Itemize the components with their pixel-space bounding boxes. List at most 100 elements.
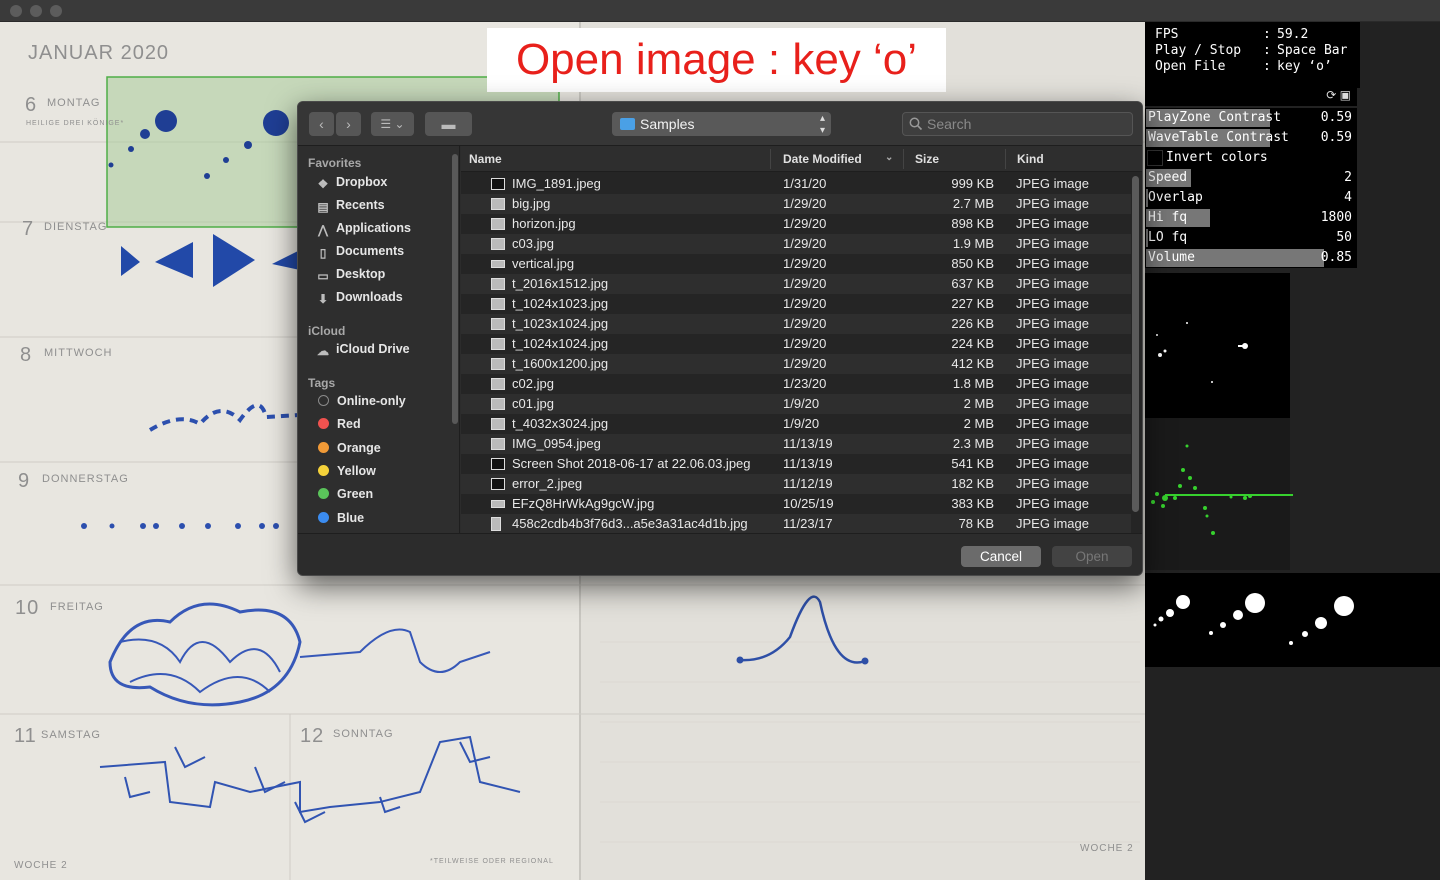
lo-fq-slider[interactable]: LO fq 50 xyxy=(1145,228,1357,248)
file-row[interactable]: Screen Shot 2018-06-17 at 22.06.03.jpeg 1… xyxy=(461,454,1131,474)
column-kind[interactable]: Kind xyxy=(1017,152,1044,166)
sidebar-item-downloads[interactable]: ⬇ Downloads xyxy=(316,287,403,307)
column-divider xyxy=(1005,149,1006,169)
sidebar-item-label: Downloads xyxy=(336,290,403,304)
file-icon xyxy=(491,478,505,490)
file-list: Name Date Modified ⌄ Size Kind IMG_1891.… xyxy=(461,146,1142,534)
day-name: MONTAG xyxy=(47,97,101,109)
file-kind: JPEG image xyxy=(1016,356,1089,371)
tag-dot-icon xyxy=(318,512,329,523)
sidebar-item-label: iCloud Drive xyxy=(336,342,410,356)
sidebar-tag-online-only[interactable]: Online-only xyxy=(318,391,406,411)
slider-label: Overlap xyxy=(1148,190,1203,205)
hi-fq-slider[interactable]: Hi fq 1800 xyxy=(1145,208,1357,228)
cloud-icon: ☁ xyxy=(317,344,329,358)
open-button[interactable]: Open xyxy=(1052,546,1132,567)
column-size[interactable]: Size xyxy=(915,152,939,166)
file-row[interactable]: c01.jpg 1/9/20 2 MB JPEG image xyxy=(461,394,1131,414)
file-date: 11/23/17 xyxy=(783,516,833,531)
waveform-view xyxy=(1145,418,1293,570)
playzone-contrast-slider[interactable]: PlayZone Contrast 0.59 xyxy=(1145,108,1357,128)
close-window-button[interactable] xyxy=(10,5,22,17)
minimize-window-button[interactable] xyxy=(30,5,42,17)
chevron-right-icon: › xyxy=(346,116,351,132)
sidebar-item-label: Documents xyxy=(336,244,405,258)
file-row[interactable]: t_1024x1024.jpg 1/29/20 224 KB JPEG image xyxy=(461,334,1131,354)
file-kind: JPEG image xyxy=(1016,516,1089,531)
file-row[interactable]: error_2.jpeg 11/12/19 182 KB JPEG image xyxy=(461,474,1131,494)
panel-icons[interactable]: ⟳ ▣ xyxy=(1145,88,1357,106)
slider-value: 0.59 xyxy=(1320,130,1352,145)
invert-colors-toggle[interactable]: Invert colors xyxy=(1145,148,1357,168)
file-row[interactable]: t_2016x1512.jpg 1/29/20 637 KB JPEG image xyxy=(461,274,1131,294)
file-kind: JPEG image xyxy=(1016,176,1089,191)
file-row[interactable]: IMG_1891.jpeg 1/31/20 999 KB JPEG image xyxy=(461,174,1131,194)
view-options-button[interactable]: ☰ ⌄ xyxy=(371,112,414,136)
sidebar-item-dropbox[interactable]: ❖ Dropbox xyxy=(316,172,388,192)
file-row[interactable]: vertical.jpg 1/29/20 850 KB JPEG image xyxy=(461,254,1131,274)
file-row[interactable]: IMG_0954.jpeg 11/13/19 2.3 MB JPEG image xyxy=(461,434,1131,454)
stats-panel: FPS:59.2 Play / Stop: Space Bar Open File… xyxy=(1145,22,1360,88)
sidebar-tag-green[interactable]: Green xyxy=(318,484,373,504)
stat-row: FPS:59.2 xyxy=(1155,27,1360,43)
new-folder-button[interactable]: ▬ xyxy=(425,112,472,136)
sidebar-item-label: Desktop xyxy=(336,267,386,281)
file-kind: JPEG image xyxy=(1016,316,1089,331)
sidebar-item-desktop[interactable]: ▭ Desktop xyxy=(316,264,385,284)
file-name: t_1600x1200.jpg xyxy=(512,356,609,371)
file-size: 1.8 MB xyxy=(952,376,994,391)
back-button[interactable]: ‹ xyxy=(309,112,334,136)
wavetable-contrast-slider[interactable]: WaveTable Contrast 0.59 xyxy=(1145,128,1357,148)
column-date[interactable]: Date Modified xyxy=(783,152,862,166)
sidebar-tag-red[interactable]: Red xyxy=(318,414,361,434)
file-size: 2 MB xyxy=(963,416,994,431)
slider-value: 0.85 xyxy=(1320,250,1352,265)
file-row[interactable]: t_1024x1023.jpg 1/29/20 227 KB JPEG image xyxy=(461,294,1131,314)
file-row[interactable]: c03.jpg 1/29/20 1.9 MB JPEG image xyxy=(461,234,1131,254)
file-size: 412 KB xyxy=(951,356,994,371)
tag-label: Blue xyxy=(337,511,365,525)
speed-slider[interactable]: Speed 2 xyxy=(1145,168,1357,188)
sidebar-scrollbar[interactable] xyxy=(452,154,458,424)
sidebar-tag-orange[interactable]: Orange xyxy=(318,438,381,458)
overlap-slider[interactable]: Overlap 4 xyxy=(1145,188,1357,208)
file-row[interactable]: t_4032x3024.jpg 1/9/20 2 MB JPEG image xyxy=(461,414,1131,434)
sidebar-item-icloud-drive[interactable]: ☁ iCloud Drive xyxy=(316,339,410,359)
tag-dot-icon xyxy=(318,418,329,429)
file-kind: JPEG image xyxy=(1016,276,1089,291)
slider-value: 2 xyxy=(1344,170,1352,185)
sidebar-tag-yellow[interactable]: Yellow xyxy=(318,461,376,481)
file-name: t_1023x1024.jpg xyxy=(512,316,609,331)
sidebar-item-applications[interactable]: ⋀ Applications xyxy=(316,218,411,238)
tag-label: Orange xyxy=(337,441,381,455)
column-header: Name Date Modified ⌄ Size Kind xyxy=(461,146,1142,172)
file-size: 637 KB xyxy=(951,276,994,291)
file-date: 1/29/20 xyxy=(783,296,827,311)
file-size: 898 KB xyxy=(951,216,994,231)
file-row[interactable]: EFzQ8HrWkAg9gcW.jpg 10/25/19 383 KB JPEG im… xyxy=(461,494,1131,514)
file-row[interactable]: horizon.jpg 1/29/20 898 KB JPEG image xyxy=(461,214,1131,234)
invert-colors-checkbox[interactable] xyxy=(1147,150,1163,166)
location-popup[interactable]: Samples ▴ ▾ xyxy=(612,112,831,136)
stat-row: Open File: key ‘o’ xyxy=(1155,59,1360,75)
zoom-window-button[interactable] xyxy=(50,5,62,17)
file-icon xyxy=(491,218,505,230)
sidebar-item-documents[interactable]: ▯ Documents xyxy=(316,241,404,261)
chevron-left-icon: ‹ xyxy=(319,116,324,132)
sidebar-tag-blue[interactable]: Blue xyxy=(318,508,364,528)
column-name[interactable]: Name xyxy=(469,152,502,166)
file-row[interactable]: big.jpg 1/29/20 2.7 MB JPEG image xyxy=(461,194,1131,214)
slider-label: Hi fq xyxy=(1148,210,1188,225)
file-list-scrollbar[interactable] xyxy=(1132,176,1139,512)
volume-slider[interactable]: Volume 0.85 xyxy=(1145,248,1357,268)
search-field[interactable]: Search xyxy=(902,112,1133,136)
file-row[interactable]: t_1023x1024.jpg 1/29/20 226 KB JPEG image xyxy=(461,314,1131,334)
file-row[interactable]: t_1600x1200.jpg 1/29/20 412 KB JPEG image xyxy=(461,354,1131,374)
day-name: FREITAG xyxy=(50,601,104,613)
file-kind: JPEG image xyxy=(1016,456,1089,471)
cancel-button[interactable]: Cancel xyxy=(961,546,1041,567)
file-row[interactable]: 458c2cdb4b3f76d3...a5e3a31ac4d1b.jpg 11/2… xyxy=(461,514,1131,534)
forward-button[interactable]: › xyxy=(336,112,361,136)
sidebar-item-recents[interactable]: ▤ Recents xyxy=(316,195,384,215)
file-row[interactable]: c02.jpg 1/23/20 1.8 MB JPEG image xyxy=(461,374,1131,394)
